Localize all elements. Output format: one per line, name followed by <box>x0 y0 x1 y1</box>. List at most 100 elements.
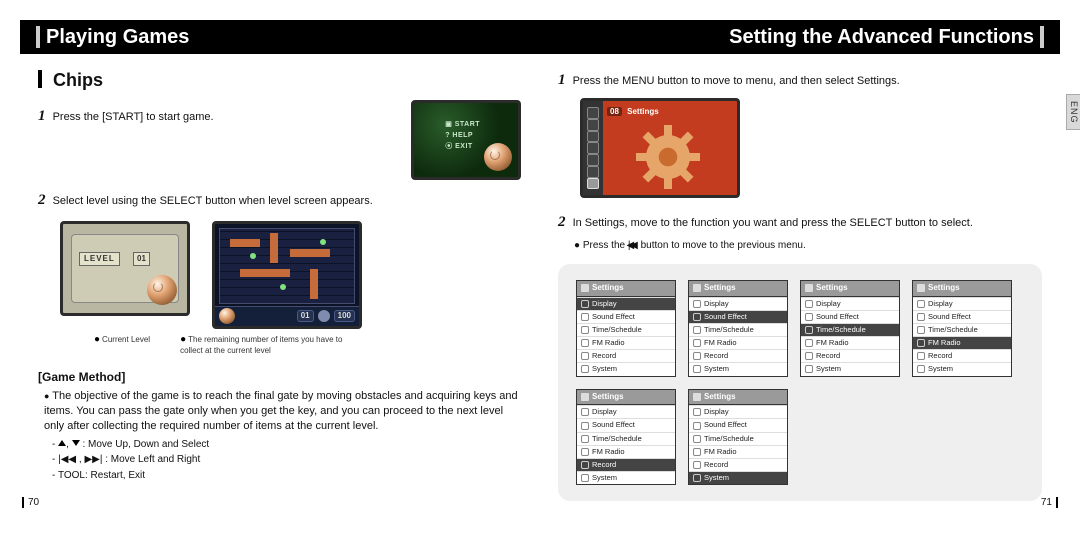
page-number-right: 71 <box>1041 496 1058 510</box>
settings-row[interactable]: Sound Effect <box>801 310 899 323</box>
settings-row[interactable]: Sound Effect <box>689 418 787 431</box>
settings-row-label: Display <box>704 299 729 309</box>
settings-row-label: Time/Schedule <box>816 325 866 335</box>
settings-row[interactable]: Sound Effect <box>577 418 675 431</box>
sidebar-icon[interactable] <box>587 119 599 131</box>
back-icon[interactable] <box>805 284 813 292</box>
settings-row-label: Display <box>592 407 617 417</box>
section-title: Chips <box>38 68 521 92</box>
settings-row[interactable]: System <box>913 362 1011 375</box>
settings-row[interactable]: Time/Schedule <box>577 432 675 445</box>
settings-row[interactable]: Time/Schedule <box>913 323 1011 336</box>
settings-row[interactable]: Record <box>913 349 1011 362</box>
settings-row-label: Sound Effect <box>928 312 971 322</box>
language-tab: ENG <box>1066 94 1080 130</box>
settings-row[interactable]: FM Radio <box>689 445 787 458</box>
settings-row[interactable]: FM Radio <box>577 445 675 458</box>
settings-row[interactable]: Record <box>689 458 787 471</box>
settings-row-icon <box>693 474 701 482</box>
settings-row-icon <box>581 408 589 416</box>
step-number-1: 1 <box>558 72 566 88</box>
sidebar-icon[interactable] <box>587 107 599 119</box>
section-bar-icon <box>38 70 42 88</box>
settings-row[interactable]: Display <box>689 405 787 418</box>
settings-row[interactable]: Record <box>577 458 675 471</box>
settings-row-icon <box>805 365 813 373</box>
settings-row[interactable]: System <box>801 362 899 375</box>
settings-row-icon <box>693 352 701 360</box>
settings-row-icon <box>693 365 701 373</box>
settings-row[interactable]: System <box>689 362 787 375</box>
settings-row-label: System <box>704 473 729 483</box>
settings-panel-header: Settings <box>689 281 787 297</box>
settings-row-label: System <box>928 364 953 374</box>
settings-row-label: Record <box>928 351 952 361</box>
sidebar-icon[interactable] <box>587 166 599 178</box>
settings-row[interactable]: Sound Effect <box>689 310 787 323</box>
settings-row[interactable]: Display <box>689 297 787 310</box>
settings-row[interactable]: System <box>577 471 675 484</box>
step-1-right: 1 Press the MENU button to move to menu,… <box>558 70 1042 90</box>
back-icon[interactable] <box>581 393 589 401</box>
sidebar-icon[interactable] <box>587 142 599 154</box>
menu-item-start[interactable]: ▣ START <box>445 120 480 129</box>
settings-row[interactable]: Display <box>577 297 675 310</box>
header-title-right: Setting the Advanced Functions <box>729 26 1034 49</box>
callout-current-level: ●Current Level <box>94 333 150 357</box>
back-icon[interactable] <box>693 284 701 292</box>
menu-item-help[interactable]: ? HELP <box>445 131 480 140</box>
settings-row-icon <box>917 365 925 373</box>
settings-row[interactable]: Sound Effect <box>913 310 1011 323</box>
settings-row[interactable]: Time/Schedule <box>801 323 899 336</box>
back-icon[interactable] <box>581 284 589 292</box>
game-hud: 01 100 <box>215 306 359 326</box>
settings-row-label: Display <box>704 407 729 417</box>
settings-row[interactable]: FM Radio <box>689 336 787 349</box>
settings-row[interactable]: Record <box>577 349 675 362</box>
back-icon[interactable] <box>917 284 925 292</box>
settings-row-label: Display <box>816 299 841 309</box>
settings-row-label: Record <box>704 351 728 361</box>
settings-row[interactable]: Record <box>689 349 787 362</box>
settings-row-icon <box>693 435 701 443</box>
settings-panel-title: Settings <box>928 283 960 294</box>
game-method-body: ● The objective of the game is to reach … <box>38 389 521 434</box>
settings-row[interactable]: Record <box>801 349 899 362</box>
settings-panel-title: Settings <box>816 283 848 294</box>
settings-panel-header: Settings <box>801 281 899 297</box>
settings-row[interactable]: Time/Schedule <box>689 432 787 445</box>
settings-row[interactable]: Time/Schedule <box>689 323 787 336</box>
settings-panel-header: Settings <box>577 281 675 297</box>
settings-panel-title: Settings <box>592 392 624 403</box>
sidebar-icon-selected[interactable] <box>587 178 599 190</box>
sidebar-icon[interactable] <box>587 154 599 166</box>
settings-row-icon <box>805 352 813 360</box>
settings-row[interactable]: FM Radio <box>577 336 675 349</box>
page-number-left: 70 <box>22 496 39 510</box>
header-title-left: Playing Games <box>46 26 189 49</box>
settings-panel-grid: SettingsDisplaySound EffectTime/Schedule… <box>576 280 1024 485</box>
gameplay-screen: 01 100 <box>212 221 362 329</box>
settings-panel: Settings DisplaySound Effect Time/Schedule… <box>576 389 676 486</box>
settings-row[interactable]: FM Radio <box>801 336 899 349</box>
settings-row[interactable]: Display <box>913 297 1011 310</box>
settings-sidebar <box>583 101 603 195</box>
back-icon[interactable] <box>693 393 701 401</box>
menu-item-exit[interactable]: ⦿ EXIT <box>445 142 480 151</box>
settings-row-icon <box>581 313 589 321</box>
settings-row-label: Time/Schedule <box>592 434 642 444</box>
step-number-1: 1 <box>38 108 46 124</box>
settings-row-label: Sound Effect <box>816 312 859 322</box>
settings-panel: Settings Display Sound EffectTime/Schedule… <box>912 280 1012 377</box>
sidebar-icon[interactable] <box>587 131 599 143</box>
settings-row[interactable]: Sound Effect <box>577 310 675 323</box>
settings-row-label: FM Radio <box>816 338 849 348</box>
settings-row[interactable]: Time/Schedule <box>577 323 675 336</box>
settings-row[interactable]: Display <box>577 405 675 418</box>
settings-row[interactable]: System <box>689 471 787 484</box>
step-1-right-text: Press the MENU button to move to menu, a… <box>573 75 900 87</box>
settings-row[interactable]: FM Radio <box>913 336 1011 349</box>
settings-row[interactable]: Display <box>801 297 899 310</box>
hud-item-icon <box>318 310 330 322</box>
settings-row[interactable]: System <box>577 362 675 375</box>
